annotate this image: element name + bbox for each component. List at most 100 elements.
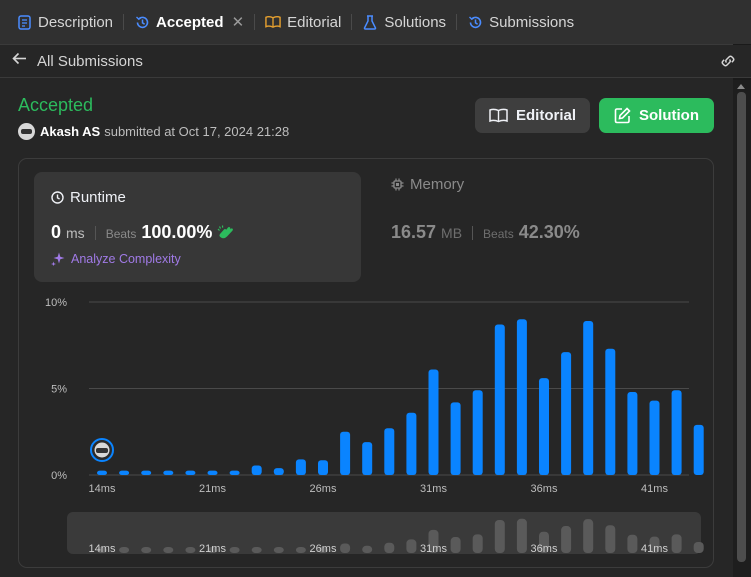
scrollbar-thumb[interactable] bbox=[737, 92, 746, 562]
tab-divider bbox=[456, 14, 458, 30]
chart-bar bbox=[295, 459, 306, 475]
overview-bar bbox=[185, 547, 196, 553]
editorial-button[interactable]: Editorial bbox=[475, 98, 590, 133]
tab-accepted[interactable]: Accepted ✕ bbox=[128, 0, 250, 44]
link-icon[interactable] bbox=[719, 53, 737, 74]
tab-description[interactable]: Description bbox=[10, 0, 119, 44]
close-icon[interactable]: ✕ bbox=[232, 13, 245, 31]
chart-bar bbox=[318, 460, 328, 475]
overview-bar bbox=[605, 525, 616, 553]
overview-bar bbox=[163, 547, 174, 553]
editorial-button-label: Editorial bbox=[515, 107, 576, 124]
tab-submissions-label: Submissions bbox=[489, 13, 575, 31]
chart-bar bbox=[384, 428, 395, 475]
overview-bar bbox=[472, 534, 483, 553]
overview-bar bbox=[516, 518, 527, 553]
chart-bar bbox=[362, 442, 373, 475]
overview-x-tick-label: 14ms bbox=[89, 543, 116, 555]
overview-bar bbox=[583, 519, 594, 553]
submission-panel: All Submissions Accepted Akash AS submit… bbox=[0, 44, 751, 577]
tab-solutions[interactable]: Solutions bbox=[356, 0, 452, 44]
overview-bar bbox=[627, 534, 638, 553]
solution-button[interactable]: Solution bbox=[599, 98, 714, 133]
overview-bar bbox=[273, 547, 284, 553]
overview-x-tick-label: 31ms bbox=[420, 543, 447, 555]
x-tick-label: 31ms bbox=[420, 483, 447, 495]
chart-bar bbox=[141, 470, 152, 475]
overview-x-tick-label: 21ms bbox=[199, 543, 226, 555]
tab-submissions[interactable]: Submissions bbox=[461, 0, 580, 44]
overview-bar bbox=[229, 547, 240, 553]
chart-bar bbox=[119, 470, 130, 475]
chart-bar bbox=[207, 470, 218, 475]
overview-bar bbox=[671, 534, 682, 553]
y-tick-label: 10% bbox=[45, 297, 67, 309]
book-icon bbox=[489, 108, 508, 123]
chart-bar bbox=[627, 391, 638, 475]
chart-bar bbox=[450, 402, 461, 475]
tab-editorial[interactable]: Editorial bbox=[259, 0, 347, 44]
chart-bar bbox=[693, 424, 704, 475]
chart-bar bbox=[583, 321, 594, 475]
tab-description-label: Description bbox=[38, 13, 114, 31]
avatar[interactable] bbox=[18, 123, 35, 140]
overview-x-tick-label: 26ms bbox=[310, 543, 337, 555]
user-marker-avatar-detail bbox=[96, 448, 108, 453]
book-icon bbox=[265, 14, 281, 30]
edit-icon bbox=[614, 107, 631, 124]
chart-bar bbox=[494, 324, 505, 475]
tab-accepted-label: Accepted bbox=[156, 13, 224, 31]
chart-bar bbox=[229, 470, 240, 475]
submission-author-line: Akash AS submitted at Oct 17, 2024 21:28 bbox=[18, 123, 289, 140]
chart-bar bbox=[163, 470, 174, 475]
tab-editorial-label: Editorial bbox=[287, 13, 342, 31]
tab-solutions-label: Solutions bbox=[384, 13, 447, 31]
arrow-left-icon[interactable] bbox=[12, 52, 27, 70]
y-tick-label: 5% bbox=[51, 384, 67, 396]
chart-bar bbox=[406, 412, 417, 475]
x-tick-label: 21ms bbox=[199, 483, 226, 495]
scrollbar[interactable] bbox=[733, 80, 751, 577]
chart-bar bbox=[516, 319, 527, 475]
overview-bar bbox=[406, 539, 417, 553]
chart-bar bbox=[539, 378, 549, 475]
overview-bar bbox=[340, 543, 351, 553]
overview-bar bbox=[251, 547, 262, 553]
scroll-up-arrow[interactable] bbox=[737, 84, 745, 89]
tab-bar: Description Accepted ✕ Editorial Solutio… bbox=[0, 0, 751, 44]
x-tick-label: 36ms bbox=[531, 483, 558, 495]
overview-bar bbox=[384, 542, 395, 553]
chart-bar bbox=[273, 468, 284, 475]
chart-bar bbox=[251, 465, 262, 475]
overview-bar bbox=[494, 519, 505, 553]
history-icon bbox=[134, 14, 150, 30]
x-tick-label: 26ms bbox=[310, 483, 337, 495]
chart-bar bbox=[649, 400, 660, 475]
all-submissions-link[interactable]: All Submissions bbox=[37, 53, 143, 70]
submission-status: Accepted bbox=[18, 95, 94, 115]
x-tick-label: 14ms bbox=[89, 483, 116, 495]
chart-bar bbox=[428, 369, 439, 475]
overview-bar bbox=[141, 547, 152, 553]
submission-subheader: All Submissions bbox=[0, 45, 751, 78]
runtime-distribution-chart: 10% 5% 0% 14ms 21ms 26ms 31ms 36ms 41ms 14ms 21ms 2… bbox=[45, 297, 704, 555]
overview-bar bbox=[450, 537, 461, 553]
flask-icon bbox=[362, 14, 378, 30]
chart-bar bbox=[671, 390, 682, 475]
history-icon bbox=[467, 14, 483, 30]
overview-x-tick-label: 36ms bbox=[531, 543, 558, 555]
tab-divider bbox=[123, 14, 125, 30]
author-name[interactable]: Akash AS bbox=[40, 124, 100, 139]
solution-button-label: Solution bbox=[639, 107, 699, 124]
chart-bar bbox=[340, 431, 351, 475]
chart-bar bbox=[472, 390, 483, 475]
tab-divider bbox=[254, 14, 256, 30]
chart-bar bbox=[97, 470, 107, 475]
overview-bar bbox=[561, 526, 572, 553]
document-icon bbox=[16, 14, 32, 30]
performance-card: Runtime 0 ms Beats 100.00% Analyze Compl… bbox=[18, 158, 714, 568]
submitted-time: submitted at Oct 17, 2024 21:28 bbox=[104, 124, 290, 139]
overview-bar bbox=[119, 547, 130, 553]
overview-bar bbox=[362, 545, 373, 553]
y-tick-label: 0% bbox=[51, 470, 67, 482]
